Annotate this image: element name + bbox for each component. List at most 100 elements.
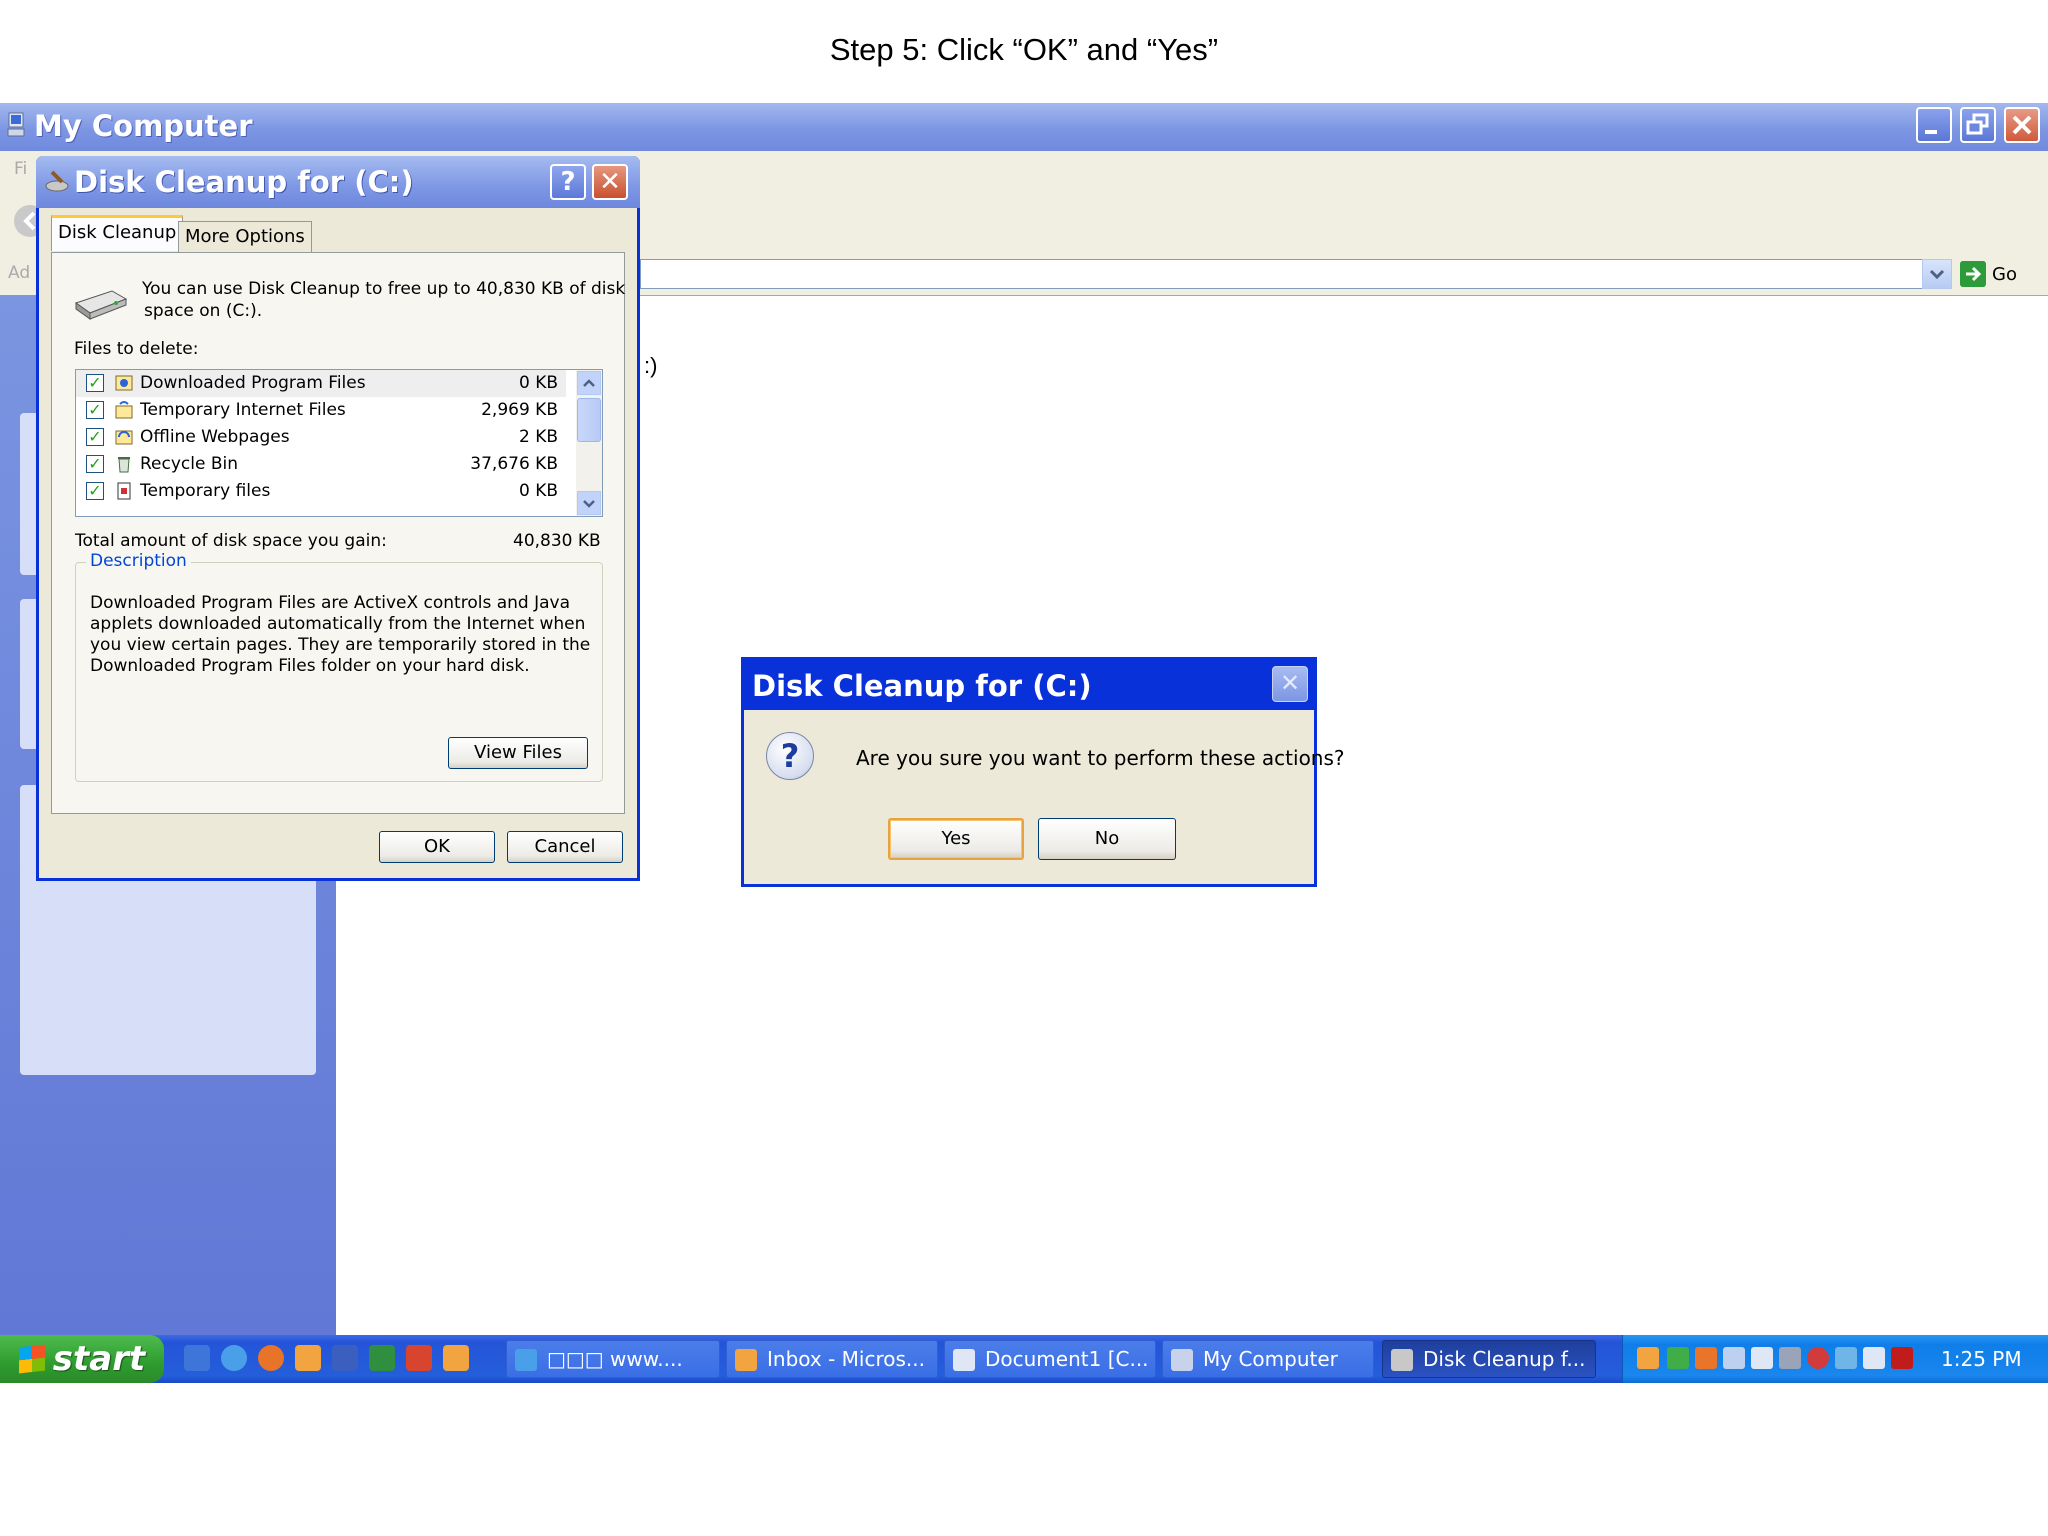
quicklaunch-excel-icon[interactable] (369, 1345, 395, 1371)
ok-button[interactable]: OK (379, 831, 495, 863)
quicklaunch-powerpoint-icon[interactable] (406, 1345, 432, 1371)
quicklaunch-ie-icon[interactable] (221, 1345, 247, 1371)
task-button-browser[interactable]: □□□ www.... (506, 1340, 720, 1378)
go-button[interactable]: Go (1960, 259, 2042, 289)
tray-printer-icon[interactable] (1779, 1347, 1801, 1369)
list-scrollbar[interactable] (576, 370, 602, 516)
quicklaunch-firefox-icon[interactable] (258, 1345, 284, 1371)
help-icon: ? (560, 167, 576, 197)
file-size: 0 KB (518, 373, 558, 393)
menu-file-partial[interactable]: Fi (14, 159, 27, 179)
confirm-close-button[interactable]: ✕ (1272, 666, 1308, 702)
confirm-dialog: Disk Cleanup for (C:) ✕ ? Are you sure y… (741, 657, 1345, 887)
word-document-icon (953, 1349, 975, 1371)
tray-antivirus-icon[interactable] (1891, 1347, 1913, 1369)
file-name: Temporary files (140, 481, 271, 501)
tray-network-icon[interactable] (1667, 1347, 1689, 1369)
list-item[interactable]: ✓ Recycle Bin 37,676 KB (76, 451, 566, 478)
go-label: Go (1992, 263, 2017, 285)
start-button[interactable]: start (0, 1335, 164, 1383)
checkbox[interactable]: ✓ (86, 455, 104, 473)
quicklaunch-outlook-icon[interactable] (184, 1345, 210, 1371)
tab-disk-cleanup[interactable]: Disk Cleanup (51, 215, 184, 251)
cancel-button[interactable]: Cancel (507, 831, 623, 863)
tab-more-options[interactable]: More Options (178, 221, 312, 253)
tray-messenger-icon[interactable] (1637, 1347, 1659, 1369)
go-arrow-icon (1960, 261, 1986, 287)
list-item[interactable]: ✓ Downloaded Program Files 0 KB (76, 370, 566, 397)
temporary-files-icon (117, 482, 131, 500)
dialog-close-button[interactable]: ✕ (592, 164, 628, 200)
scroll-down-button[interactable] (577, 491, 601, 515)
tray-monitor-icon[interactable] (1751, 1347, 1773, 1369)
checkbox[interactable]: ✓ (86, 482, 104, 500)
file-name: Recycle Bin (140, 454, 239, 474)
checkbox[interactable]: ✓ (86, 428, 104, 446)
step-caption: Step 5: Click “OK” and “Yes” (829, 32, 1219, 67)
outlook-icon (735, 1349, 757, 1371)
ie-icon (515, 1349, 537, 1371)
close-icon: ✕ (1279, 669, 1301, 697)
list-item[interactable]: ✓ Temporary Internet Files 2,969 KB (76, 397, 566, 424)
disk-cleanup-icon (1391, 1349, 1413, 1371)
description-group: Description Downloaded Program Files are… (75, 551, 603, 782)
address-dropdown-button[interactable] (1922, 259, 1952, 289)
scroll-thumb[interactable] (577, 398, 601, 442)
tray-app-icon[interactable] (1695, 1347, 1717, 1369)
files-to-delete-list[interactable]: ✓ Downloaded Program Files 0 KB ✓ Tempor… (75, 369, 603, 517)
minimize-button[interactable] (1916, 107, 1952, 143)
computer-icon (1171, 1349, 1193, 1371)
file-name: Temporary Internet Files (140, 400, 346, 420)
quicklaunch-word-icon[interactable] (332, 1345, 358, 1371)
view-files-button[interactable]: View Files (448, 737, 588, 769)
intro-text-line2: space on (C:). (144, 301, 263, 321)
drive-label-partial[interactable]: :) (644, 353, 657, 379)
quicklaunch-app-icon[interactable] (443, 1345, 469, 1371)
task-button-my-computer[interactable]: My Computer (1162, 1340, 1374, 1378)
task-label: Document1 [C... (985, 1347, 1149, 1371)
files-to-delete-label: Files to delete: (74, 339, 199, 359)
scroll-up-button[interactable] (577, 371, 601, 395)
temporary-internet-files-icon (115, 401, 133, 419)
list-item[interactable]: ✓ Offline Webpages 2 KB (76, 424, 566, 451)
task-label: My Computer (1203, 1347, 1338, 1371)
description-label: Description (86, 551, 191, 571)
tray-security-icon[interactable] (1807, 1347, 1829, 1369)
my-computer-titlebar[interactable]: My Computer (0, 103, 2048, 151)
checkbox[interactable]: ✓ (86, 374, 104, 392)
tray-device-icon[interactable] (1863, 1347, 1885, 1369)
address-field[interactable] (640, 259, 1952, 289)
task-label: □□□ www.... (547, 1347, 683, 1371)
confirm-titlebar[interactable]: Disk Cleanup for (C:) ✕ (744, 660, 1314, 710)
quicklaunch-messenger-icon[interactable] (295, 1345, 321, 1371)
hard-drive-icon (74, 290, 128, 320)
yes-button[interactable]: Yes (888, 818, 1024, 860)
windows-flag-icon (18, 1344, 45, 1374)
file-size: 2 KB (518, 427, 558, 447)
checkbox[interactable]: ✓ (86, 401, 104, 419)
restore-button[interactable] (1960, 107, 1996, 143)
downloaded-files-icon (115, 375, 133, 391)
offline-webpages-icon (115, 430, 133, 445)
taskbar: start □□□ www.... Inbox - Micros... Docu… (0, 1335, 2048, 1383)
task-label: Disk Cleanup f... (1423, 1347, 1586, 1371)
tray-update-icon[interactable] (1835, 1347, 1857, 1369)
list-item[interactable]: ✓ Temporary files 0 KB (76, 478, 566, 505)
total-gain-label: Total amount of disk space you gain: (75, 531, 387, 551)
confirm-message: Are you sure you want to perform these a… (856, 746, 1345, 770)
no-button[interactable]: No (1038, 818, 1176, 860)
close-icon: ✕ (599, 167, 621, 197)
help-button[interactable]: ? (550, 164, 586, 200)
file-size: 2,969 KB (481, 400, 558, 420)
restore-icon (1966, 113, 1989, 135)
task-button-document[interactable]: Document1 [C... (944, 1340, 1156, 1378)
tray-display-icon[interactable] (1723, 1347, 1745, 1369)
close-icon (2012, 115, 2032, 135)
close-button[interactable] (2004, 107, 2040, 143)
computer-icon (7, 112, 25, 137)
task-button-disk-cleanup[interactable]: Disk Cleanup f... (1382, 1340, 1596, 1378)
confirm-title: Disk Cleanup for (C:) (752, 669, 1092, 703)
disk-cleanup-dialog: Disk Cleanup for (C:) ? ✕ Disk Cleanup M… (36, 156, 640, 881)
task-button-inbox[interactable]: Inbox - Micros... (726, 1340, 938, 1378)
disk-cleanup-titlebar[interactable]: Disk Cleanup for (C:) ? ✕ (36, 156, 640, 208)
